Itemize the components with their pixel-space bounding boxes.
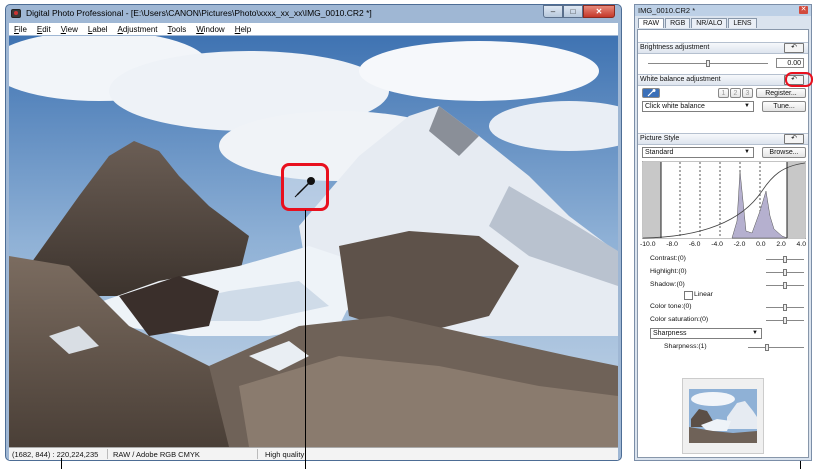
close-button[interactable]: ✕ (583, 5, 615, 18)
curve-axis-labels: -10.0 -8.0 -6.0 -4.0 -2.0 0.0 2.0 4.0 (640, 241, 806, 248)
status-divider (257, 449, 258, 459)
palette-title: IMG_0010.CR2 * (638, 6, 696, 15)
axis-tick: 4.0 (796, 241, 806, 248)
chevron-down-icon: ▼ (744, 149, 750, 155)
menu-file[interactable]: File (9, 25, 32, 34)
shadow-slider-thumb[interactable] (783, 282, 787, 289)
menu-help[interactable]: Help (230, 25, 256, 34)
mountain-photo[interactable] (9, 36, 618, 447)
tab-lens[interactable]: LENS (728, 18, 757, 28)
brightness-value[interactable]: 0.00 (776, 58, 804, 68)
white-balance-label: White balance adjustment (640, 76, 721, 83)
wb-slot-3[interactable]: 3 (742, 88, 753, 98)
picture-style-label: Picture Style (640, 135, 680, 142)
axis-tick: -10.0 (640, 241, 656, 248)
menu-label[interactable]: Label (83, 25, 113, 34)
axis-tick: -4.0 (711, 241, 723, 248)
register-button[interactable]: Register... (756, 88, 806, 98)
brightness-slider-thumb[interactable] (706, 60, 710, 67)
axis-tick: -2.0 (733, 241, 746, 248)
sharpness-slider-thumb[interactable] (765, 344, 769, 351)
palette-body: Brightness adjustment ↶ 0.00 White balan… (637, 29, 809, 458)
menu-adjustment[interactable]: Adjustment (113, 25, 163, 34)
color-tone-label: Color tone:(0) (650, 303, 692, 310)
picker-highlight (281, 163, 329, 211)
eyedropper-button[interactable] (642, 88, 660, 98)
tool-palette: IMG_0010.CR2 * ✕ RAW RGB NR/ALO LENS Bri… (634, 4, 812, 461)
chevron-down-icon: ▼ (752, 330, 758, 336)
status-divider (107, 449, 108, 459)
app-icon (11, 9, 21, 18)
picture-style-dropdown[interactable]: Standard ▼ (642, 147, 754, 158)
wb-slot-1[interactable]: 1 (718, 88, 729, 98)
window-title: Digital Photo Professional - [E:\Users\C… (26, 8, 372, 18)
brightness-header: Brightness adjustment (638, 42, 808, 54)
callout-line-picker (305, 210, 306, 469)
tone-curve-histogram[interactable] (642, 161, 806, 239)
palette-tabs: RAW RGB NR/ALO LENS (638, 18, 758, 28)
palette-close-button[interactable]: ✕ (799, 6, 808, 14)
menu-bar: File Edit View Label Adjustment Tools Wi… (9, 23, 618, 35)
wb-slot-2[interactable]: 2 (730, 88, 741, 98)
status-format: RAW / Adobe RGB CMYK (113, 450, 200, 459)
contrast-slider-thumb[interactable] (783, 256, 787, 263)
status-coordinates: (1682, 844) : 220,224,235 (12, 450, 99, 459)
axis-tick: -6.0 (688, 241, 701, 248)
axis-tick: 2.0 (776, 241, 786, 248)
menu-edit[interactable]: Edit (32, 25, 56, 34)
tune-button[interactable]: Tune... (762, 101, 806, 112)
menu-view[interactable]: View (56, 25, 83, 34)
highlight-slider-thumb[interactable] (783, 269, 787, 276)
white-balance-dropdown[interactable]: Click white balance ▼ (642, 101, 754, 112)
highlight-label: Highlight:(0) (650, 268, 687, 275)
palette-title-bar: IMG_0010.CR2 * ✕ (635, 5, 811, 16)
brightness-label: Brightness adjustment (640, 44, 710, 51)
brightness-reset-button[interactable]: ↶ (784, 43, 804, 53)
maximize-button[interactable]: □ (563, 5, 583, 18)
tab-nr-alo[interactable]: NR/ALO (691, 18, 728, 28)
sharpness-slider[interactable] (748, 347, 804, 348)
sharpness-label: Sharpness:(1) (664, 343, 707, 350)
picture-style-header: Picture Style (638, 133, 808, 145)
status-bar: (1682, 844) : 220,224,235 RAW / Adobe RG… (9, 447, 618, 460)
callout-line-status (61, 458, 62, 469)
picture-style-value: Standard (645, 149, 674, 156)
menu-window[interactable]: Window (191, 25, 229, 34)
main-window: Digital Photo Professional - [E:\Users\C… (5, 4, 622, 461)
sharpness-dropdown[interactable]: Sharpness ▼ (650, 328, 762, 339)
sharpness-mode: Sharpness (653, 330, 687, 337)
chevron-down-icon: ▼ (744, 103, 750, 109)
linear-label: Linear (694, 291, 713, 298)
menu-tools[interactable]: Tools (163, 25, 192, 34)
color-tone-slider-thumb[interactable] (783, 304, 787, 311)
color-saturation-label: Color saturation:(0) (650, 316, 709, 323)
axis-tick: 0.0 (756, 241, 766, 248)
contrast-label: Contrast:(0) (650, 255, 686, 262)
picture-style-reset-button[interactable]: ↶ (784, 134, 804, 144)
white-balance-header: White balance adjustment (638, 74, 808, 86)
color-saturation-slider-thumb[interactable] (783, 317, 787, 324)
browse-button[interactable]: Browse... (762, 147, 806, 158)
axis-tick: -8.0 (666, 241, 678, 248)
shadow-label: Shadow:(0) (650, 281, 685, 288)
image-viewer[interactable] (9, 36, 618, 447)
title-bar: Digital Photo Professional - [E:\Users\C… (6, 5, 621, 22)
tab-raw[interactable]: RAW (638, 18, 665, 28)
eyedropper-icon (647, 89, 656, 97)
status-quality: High quality (265, 450, 305, 459)
linear-checkbox[interactable] (684, 291, 693, 300)
tab-rgb[interactable]: RGB (665, 18, 691, 28)
reset-button-highlight (785, 72, 813, 87)
navigator-thumbnail[interactable] (682, 378, 764, 454)
window-controls: – □ ✕ (543, 5, 615, 18)
white-balance-mode: Click white balance (645, 103, 705, 110)
minimize-button[interactable]: – (543, 5, 563, 18)
thumbnail-photo (689, 389, 757, 443)
